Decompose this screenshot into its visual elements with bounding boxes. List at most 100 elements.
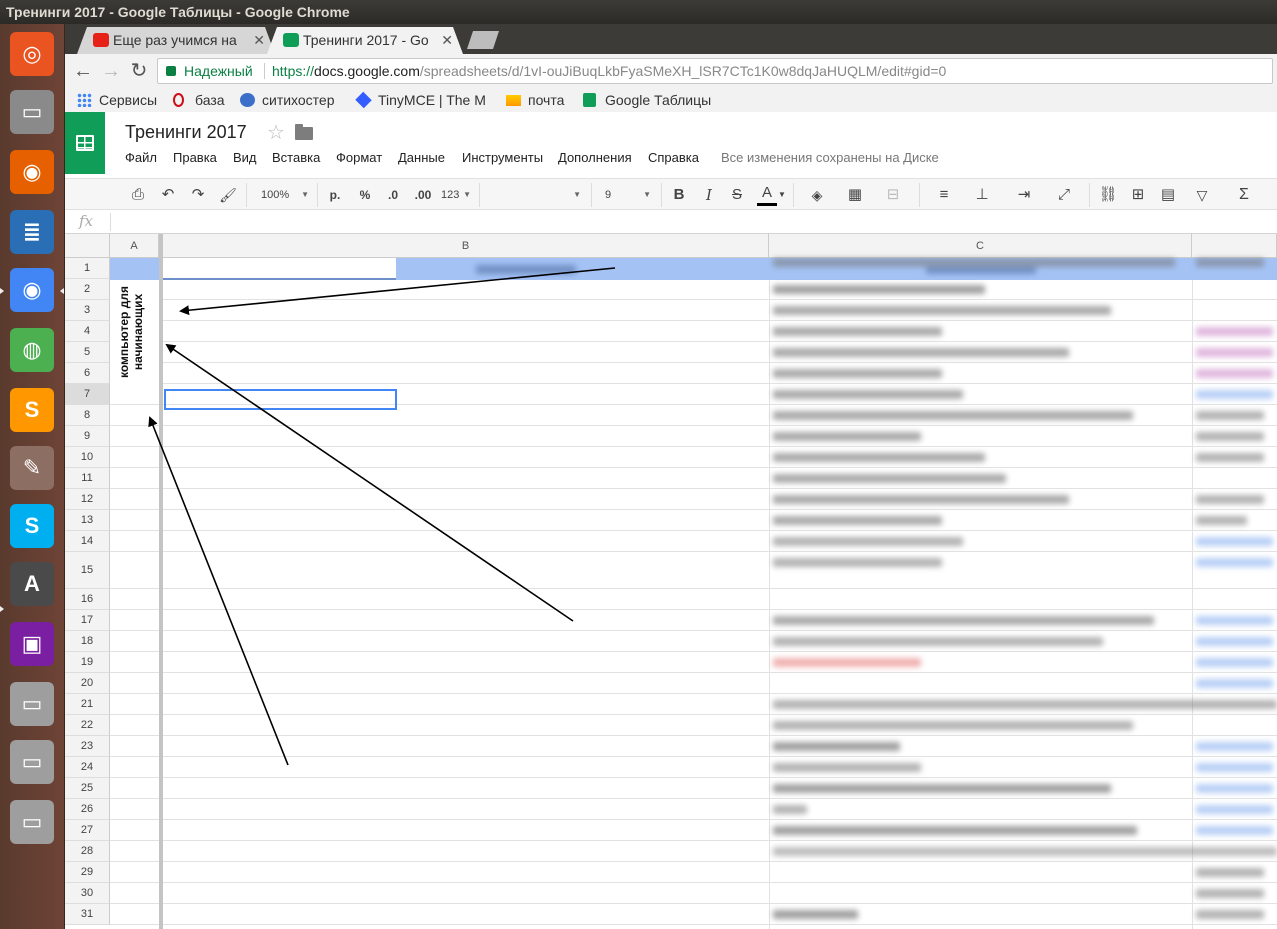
sheets-logo-icon[interactable] bbox=[65, 112, 105, 174]
row-header[interactable]: 6 bbox=[65, 363, 110, 384]
row-header[interactable]: 28 bbox=[65, 841, 110, 862]
paint-format-icon[interactable]: 🖌 bbox=[217, 184, 239, 206]
row-header[interactable]: 4 bbox=[65, 321, 110, 342]
row-header[interactable]: 9 bbox=[65, 426, 110, 447]
menu-edit[interactable]: Правка bbox=[173, 150, 217, 165]
freeze-divider[interactable] bbox=[159, 234, 163, 929]
row-header[interactable]: 16 bbox=[65, 589, 110, 610]
vertical-align-icon[interactable]: ⊥ bbox=[967, 184, 997, 206]
bookmark-mail[interactable]: почта bbox=[506, 90, 564, 110]
save-status[interactable]: Все изменения сохранены на Диске bbox=[721, 150, 939, 165]
bookmark-services[interactable]: Сервисы bbox=[77, 90, 157, 110]
bookmark-sheets[interactable]: Google Таблицы bbox=[583, 90, 711, 110]
paint-icon[interactable]: ✎ bbox=[6, 442, 58, 494]
tab-sheets[interactable]: Тренинги 2017 - Go ✕ bbox=[267, 27, 463, 54]
decrease-decimal-button[interactable]: .0 bbox=[383, 184, 403, 206]
percent-button[interactable]: % bbox=[355, 184, 375, 206]
files-icon[interactable]: ▭ bbox=[6, 86, 58, 138]
column-header-b[interactable]: B bbox=[163, 234, 769, 258]
select-all-corner[interactable] bbox=[65, 234, 110, 258]
row-header[interactable]: 5 bbox=[65, 342, 110, 363]
column-header-c[interactable]: C bbox=[769, 234, 1192, 258]
sublime-icon[interactable]: S bbox=[6, 384, 58, 436]
print-icon[interactable]: ⎙ bbox=[127, 184, 149, 206]
software-updater-icon[interactable]: A bbox=[6, 558, 58, 610]
row-header[interactable]: 24 bbox=[65, 757, 110, 778]
row-header[interactable]: 20 bbox=[65, 673, 110, 694]
back-icon[interactable]: ← bbox=[71, 59, 95, 83]
row-header[interactable]: 21 bbox=[65, 694, 110, 715]
menu-format[interactable]: Формат bbox=[336, 150, 382, 165]
row-header[interactable]: 3 bbox=[65, 300, 110, 321]
functions-button[interactable]: Σ bbox=[1229, 184, 1259, 206]
bookmark-base[interactable]: база bbox=[173, 90, 225, 110]
new-tab-button[interactable] bbox=[467, 31, 499, 49]
tab-youtube[interactable]: Еще раз учимся на ✕ bbox=[77, 27, 275, 54]
bookmark-cityhoster[interactable]: ситихостер bbox=[240, 90, 335, 110]
menu-insert[interactable]: Вставка bbox=[272, 150, 320, 165]
menu-tools[interactable]: Инструменты bbox=[462, 150, 543, 165]
row-header[interactable]: 22 bbox=[65, 715, 110, 736]
chevron-down-icon[interactable]: ▼ bbox=[777, 184, 787, 206]
menu-help[interactable]: Справка bbox=[648, 150, 699, 165]
address-bar[interactable]: Надежный https://docs.google.com/spreads… bbox=[157, 58, 1273, 84]
row-header[interactable]: 15 bbox=[65, 552, 110, 589]
row-header[interactable]: 27 bbox=[65, 820, 110, 841]
column-header-a[interactable]: A bbox=[110, 234, 159, 258]
chrome-icon[interactable]: ◉ bbox=[6, 264, 58, 316]
row-header[interactable]: 30 bbox=[65, 883, 110, 904]
disk-drive-icon[interactable]: ▭ bbox=[6, 678, 58, 730]
workspace-switcher-icon[interactable]: ▣ bbox=[6, 618, 58, 670]
disk-drive-icon[interactable]: ▭ bbox=[6, 796, 58, 848]
row-header[interactable]: 18 bbox=[65, 631, 110, 652]
row-header[interactable]: 2 bbox=[65, 279, 110, 300]
close-icon[interactable]: ✕ bbox=[253, 27, 265, 54]
chart-icon[interactable]: ▤ bbox=[1157, 184, 1179, 206]
menu-addons[interactable]: Дополнения bbox=[558, 150, 632, 165]
fill-color-icon[interactable]: ◈ bbox=[803, 184, 831, 206]
ubuntu-dash-icon[interactable]: ◎ bbox=[6, 28, 58, 80]
writer-icon[interactable]: ≣ bbox=[6, 206, 58, 258]
row-header[interactable]: 1 bbox=[65, 258, 110, 279]
reload-icon[interactable]: ↻ bbox=[127, 59, 151, 83]
strikethrough-button[interactable]: S bbox=[727, 184, 747, 206]
font-family-select[interactable]: ▼ bbox=[485, 184, 585, 206]
selected-cell-b7[interactable] bbox=[164, 389, 397, 410]
undo-icon[interactable]: ↶ bbox=[157, 184, 179, 206]
cell-b1[interactable] bbox=[163, 258, 396, 280]
bookmark-tinymce[interactable]: TinyMCE | The M bbox=[355, 90, 486, 110]
row-header[interactable]: 23 bbox=[65, 736, 110, 757]
filter-icon[interactable]: ▽ bbox=[1187, 184, 1217, 206]
row-header[interactable]: 17 bbox=[65, 610, 110, 631]
row-header[interactable]: 25 bbox=[65, 778, 110, 799]
currency-button[interactable]: р. bbox=[325, 184, 345, 206]
menu-view[interactable]: Вид bbox=[233, 150, 257, 165]
text-color-button[interactable]: A bbox=[757, 184, 777, 206]
row-header[interactable]: 13 bbox=[65, 510, 110, 531]
align-left-icon[interactable]: ≡ bbox=[929, 184, 959, 206]
italic-button[interactable]: I bbox=[699, 184, 719, 206]
row-header[interactable]: 29 bbox=[65, 862, 110, 883]
column-header-d[interactable] bbox=[1192, 234, 1277, 258]
text-rotation-icon[interactable]: ⤢ bbox=[1049, 184, 1079, 206]
row-header[interactable]: 14 bbox=[65, 531, 110, 552]
row-header[interactable]: 12 bbox=[65, 489, 110, 510]
row-header[interactable]: 26 bbox=[65, 799, 110, 820]
folder-icon[interactable] bbox=[295, 124, 313, 140]
row-header[interactable]: 8 bbox=[65, 405, 110, 426]
merge-cells-icon[interactable]: ⊟ bbox=[879, 184, 907, 206]
forward-icon[interactable]: → bbox=[99, 59, 123, 83]
row-header[interactable]: 19 bbox=[65, 652, 110, 673]
bold-button[interactable]: B bbox=[669, 184, 689, 206]
text-wrap-icon[interactable]: ⇥ bbox=[1009, 184, 1039, 206]
more-formats-select[interactable]: 123 ▼ bbox=[441, 184, 475, 206]
row-header[interactable]: 10 bbox=[65, 447, 110, 468]
close-icon[interactable]: ✕ bbox=[441, 27, 453, 54]
font-size-select[interactable]: 9 ▼ bbox=[599, 184, 655, 206]
spreadsheet-grid[interactable]: A B C 1 2 3 4 5 6 7 8 9 10 11 12 13 14 15 16 17 18 19 20 21 2… bbox=[65, 234, 1277, 929]
link-icon[interactable]: ⛓ bbox=[1097, 184, 1119, 206]
comment-icon[interactable]: ⊞ bbox=[1127, 184, 1149, 206]
row-header[interactable]: 31 bbox=[65, 904, 110, 925]
borders-icon[interactable]: ▦ bbox=[841, 184, 869, 206]
row-header[interactable]: 7 bbox=[65, 384, 110, 405]
